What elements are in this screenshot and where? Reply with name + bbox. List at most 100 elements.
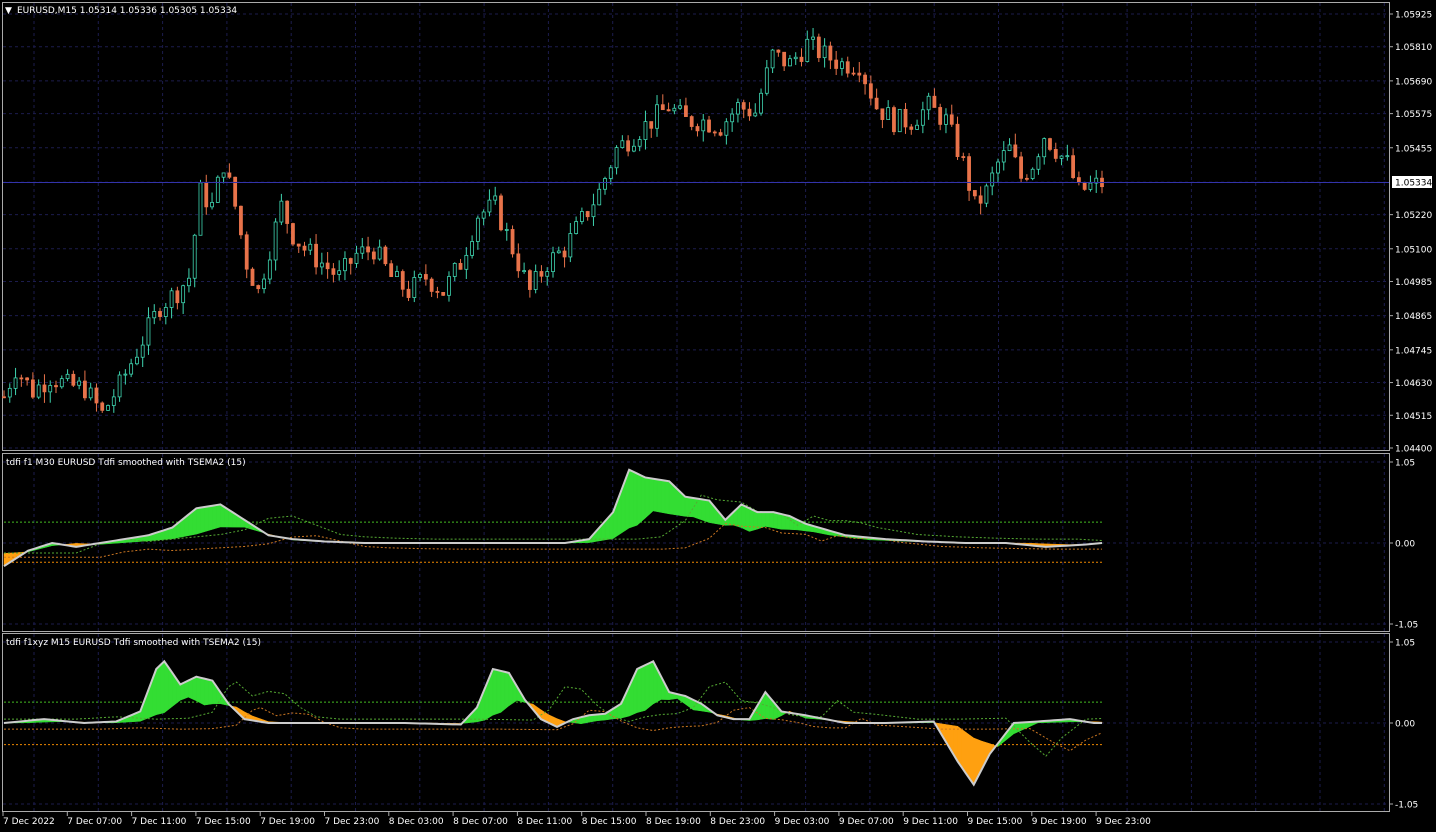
bull-fill-segment	[749, 507, 754, 532]
price-tick-label: 1.04400	[1395, 445, 1432, 455]
indicator-2-plot	[3, 641, 1389, 805]
bull-fill-segment	[636, 666, 642, 713]
candle-body	[181, 285, 186, 304]
candle-body	[753, 112, 758, 117]
candle-body	[233, 176, 238, 207]
candle-body	[111, 396, 116, 406]
candle-body	[660, 104, 665, 111]
price-axis[interactable]: 1.05925 1.05810 1.05690 1.05575 1.05455 1.052…	[1389, 11, 1432, 455]
candle-body	[285, 200, 290, 224]
candle-body	[568, 233, 573, 258]
candle-body	[574, 221, 579, 234]
time-tick-label: 7 Dec 23:00	[325, 817, 380, 827]
price-tick-label: 1.05220	[1395, 211, 1432, 221]
candle-body	[614, 147, 619, 169]
indicator-1-axis[interactable]: 1.05 0.00 -1.05	[1389, 459, 1418, 631]
current-price-tag: 1.05334	[1392, 176, 1432, 189]
candle-body	[1082, 182, 1087, 190]
time-tick-label: 9 Dec 07:00	[839, 817, 894, 827]
candle-body	[1088, 182, 1093, 190]
candle-body	[643, 121, 648, 140]
indicator-2-axis[interactable]: 1.05 0.00 -1.05	[1389, 639, 1418, 811]
candle-body	[48, 385, 53, 393]
candle-body	[718, 132, 723, 136]
candle-body	[608, 167, 613, 179]
time-tick-label: 8 Dec 07:00	[453, 817, 508, 827]
candle-body	[845, 61, 850, 74]
bull-fill-segment	[628, 469, 634, 529]
candle-body	[464, 254, 469, 270]
candle-body	[30, 379, 35, 398]
candle-body	[562, 250, 567, 258]
candle-body	[59, 378, 64, 388]
bull-fill-segment	[745, 505, 750, 532]
price-tick-label: 1.05925	[1395, 11, 1432, 21]
candle-body	[100, 402, 105, 411]
candle-body	[400, 271, 405, 290]
candle-body	[296, 243, 301, 247]
candle-body	[712, 131, 717, 134]
candle-body	[632, 145, 636, 152]
candle-body	[961, 156, 966, 158]
candle-body	[308, 243, 313, 251]
candle-body	[140, 344, 145, 358]
indicator-panel-2[interactable]: tdfi f1xyz M15 EURUSD Tdfi smoothed with…	[2, 633, 1390, 812]
candle-body	[788, 58, 792, 67]
candle-body	[215, 176, 220, 203]
candle-body	[412, 277, 417, 298]
candle-body	[2, 396, 6, 399]
candle-body	[123, 373, 128, 376]
bull-fill-segment	[1013, 722, 1019, 735]
bull-fill-segment	[192, 676, 197, 702]
bull-fill-segment	[496, 669, 502, 715]
candle-body	[1071, 155, 1076, 179]
time-axis[interactable]: 7 Dec 2022 7 Dec 07:00 7 Dec 11:00 7 Dec 15…	[2, 812, 1151, 827]
candle-body	[585, 211, 590, 218]
time-tick-label: 8 Dec 15:00	[582, 817, 637, 827]
bull-fill-segment	[644, 477, 650, 519]
candle-body	[210, 202, 214, 208]
trading-chart[interactable]: ▼ EURUSD,M15 1.05314 1.05336 1.05305 1.0…	[0, 0, 1436, 832]
candle-body	[828, 45, 833, 61]
candle-body	[764, 67, 769, 94]
candle-body	[343, 258, 347, 272]
candle-body	[319, 262, 324, 268]
bull-fill-segment	[693, 497, 698, 519]
price-tick-label: 1.05100	[1395, 245, 1432, 255]
bull-fill-segment	[220, 503, 225, 528]
indicator-tick-label: 0.00	[1395, 720, 1415, 730]
indicator-panel-1[interactable]: tdfi f1 M30 EURUSD Tdfi smoothed with TS…	[2, 453, 1390, 632]
candle-body	[135, 356, 139, 365]
candle-body	[377, 246, 382, 260]
candle-body	[325, 262, 330, 270]
candle-body	[556, 250, 561, 254]
candle-body	[1053, 149, 1058, 159]
bull-fill-segment	[664, 480, 670, 515]
candle-body	[406, 288, 411, 298]
candle-body	[539, 271, 544, 277]
candle-body	[354, 252, 359, 264]
bull-fill-segment	[188, 678, 193, 700]
bull-fill-segment	[668, 480, 674, 515]
time-tick-label: 9 Dec 11:00	[903, 817, 958, 827]
price-panel[interactable]: ▼ EURUSD,M15 1.05314 1.05336 1.05305 1.0…	[2, 2, 1390, 451]
bull-fill-segment	[492, 668, 498, 716]
price-tick-label: 1.04865	[1395, 312, 1432, 322]
candle-body	[371, 251, 376, 260]
price-panel-title-icon[interactable]: ▼	[5, 6, 12, 16]
bull-fill-segment	[636, 473, 642, 526]
bear-fill-segment	[965, 731, 971, 780]
candle-body	[545, 271, 550, 277]
time-tick-label: 7 Dec 11:00	[132, 817, 187, 827]
candle-body	[880, 108, 885, 120]
candle-body	[1001, 150, 1006, 163]
candle-body	[175, 290, 180, 304]
time-tick-label: 8 Dec 19:00	[646, 817, 701, 827]
time-tick-label: 7 Dec 2022	[3, 817, 55, 827]
candle-body	[897, 108, 902, 133]
candle-body	[626, 140, 631, 152]
time-tick-label: 8 Dec 11:00	[517, 817, 572, 827]
candle-body	[886, 107, 891, 120]
bull-fill-segment	[652, 478, 658, 512]
candle-body	[77, 380, 82, 386]
